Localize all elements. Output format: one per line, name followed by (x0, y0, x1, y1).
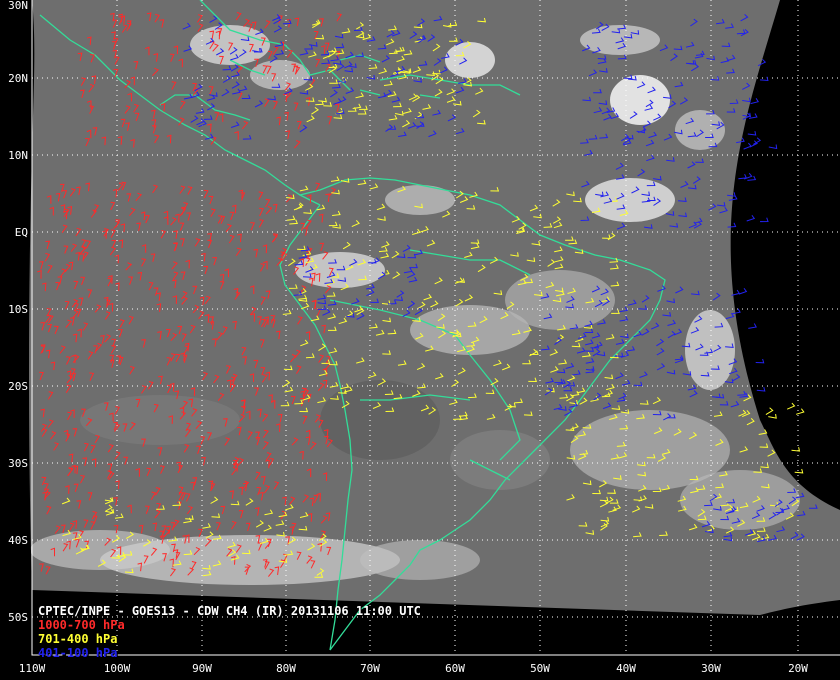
lon-label-40w: 40W (616, 662, 636, 675)
lon-label-30w: 30W (701, 662, 721, 675)
lat-label-50s: 50S (8, 611, 28, 624)
map-caption: CPTEC/INPE - GOES13 - CDW CH4 (IR) 20131… (38, 604, 421, 660)
lon-label-80w: 80W (276, 662, 296, 675)
lat-label-10n: 10N (8, 149, 28, 162)
lon-label-100w: 100W (103, 662, 131, 675)
lon-label-20w: 20W (788, 662, 808, 675)
lat-label-10s: 10S (8, 303, 28, 316)
lon-label-70w: 70W (360, 662, 380, 675)
satellite-map (0, 0, 840, 680)
satellite-image (29, 0, 840, 615)
lon-label-50w: 50W (530, 662, 550, 675)
lon-label-110w: 110W (18, 662, 46, 675)
lon-label-90w: 90W (192, 662, 212, 675)
legend-high-level: 401-100 hPa (38, 646, 118, 660)
legend-low-level: 1000-700 hPa (38, 618, 125, 632)
lat-label-40s: 40S (8, 534, 28, 547)
legend-mid-level: 701-400 hPa (38, 632, 118, 646)
lon-label-60w: 60W (445, 662, 465, 675)
lat-label-20s: 20S (8, 380, 28, 393)
lat-label-20n: 20N (8, 72, 28, 85)
lat-label-eq: EQ (14, 226, 28, 239)
map-title: CPTEC/INPE - GOES13 - CDW CH4 (IR) 20131… (38, 604, 421, 618)
lat-label-30s: 30S (8, 457, 28, 470)
lat-label-30n: 30N (8, 0, 28, 12)
